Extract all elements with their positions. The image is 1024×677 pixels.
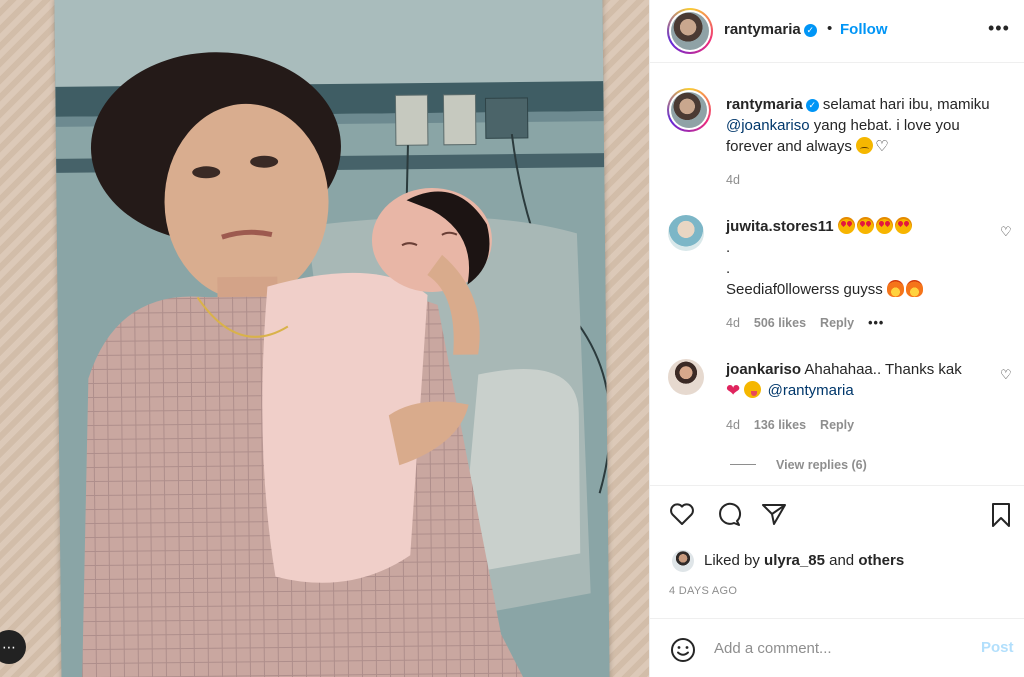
view-replies-button[interactable]: View replies (6) <box>730 458 867 472</box>
likes-and: and <box>829 552 855 569</box>
comment-2-meta: 4d 136 likes Reply <box>726 418 854 432</box>
action-bar <box>650 485 1024 545</box>
caption-text-1: selamat hari ibu, mamiku <box>822 96 990 113</box>
heart-eyes-emoji-icon <box>837 217 855 234</box>
emoji-picker-icon[interactable] <box>670 637 696 663</box>
heart-eyes-emoji-icon <box>856 217 874 234</box>
caption-age: 4d <box>726 173 740 187</box>
comment-2-username[interactable]: joankariso <box>726 361 801 378</box>
likes-others-link[interactable]: others <box>858 552 904 569</box>
comment-1-likes[interactable]: 506 likes <box>754 316 806 330</box>
comment-1-more-icon[interactable]: ••• <box>868 316 884 330</box>
likes-summary: Liked by ulyra_85 and others <box>704 552 904 569</box>
photo-print <box>54 0 610 677</box>
caption-mention[interactable]: @joankariso <box>726 117 810 134</box>
comment-1-meta: 4d 506 likes Reply ••• <box>726 316 884 330</box>
comment-1-text: Seediaf0llowerss guyss <box>726 281 883 298</box>
post-author-username[interactable]: rantymaria ✓ <box>724 21 817 38</box>
share-paper-plane-icon[interactable] <box>761 502 787 526</box>
caption-avatar[interactable] <box>667 88 711 132</box>
post-photo: ⋯ <box>0 0 649 677</box>
heart-eyes-emoji-icon <box>894 217 912 234</box>
comment-1-reply-button[interactable]: Reply <box>820 316 854 330</box>
like-comment-heart-icon[interactable]: ♡ <box>1000 367 1012 383</box>
save-bookmark-icon[interactable] <box>990 502 1012 528</box>
comment-1-dot-1: . <box>726 239 731 256</box>
caption: rantymaria ✓ selamat hari ibu, mamiku @jo… <box>726 94 996 157</box>
heart-eyes-emoji-icon <box>875 217 893 234</box>
post-timestamp: 4 DAYS AGO <box>669 585 738 597</box>
comment-1-age: 4d <box>726 316 740 330</box>
pleading-face-emoji-icon <box>856 137 874 154</box>
verified-badge-icon: ✓ <box>805 99 819 112</box>
comment-bar: Post <box>650 618 1024 677</box>
like-comment-heart-icon[interactable]: ♡ <box>1000 224 1012 240</box>
comment-2-mention[interactable]: @rantymaria <box>768 382 854 399</box>
comment-2-reply-button[interactable]: Reply <box>820 418 854 432</box>
comment-2-age: 4d <box>726 418 740 432</box>
verified-badge-icon: ✓ <box>803 24 817 37</box>
comment-2-likes[interactable]: 136 likes <box>754 418 806 432</box>
comment-bubble-icon[interactable] <box>716 502 742 528</box>
red-heart-emoji-icon: ❤ <box>726 381 741 400</box>
reply-divider-line <box>730 464 756 465</box>
mother-and-baby-image <box>54 0 610 677</box>
liker-avatar[interactable] <box>672 550 694 572</box>
comment-input[interactable] <box>714 636 964 660</box>
comment-2-text: Ahahahaa.. Thanks kak <box>804 361 962 378</box>
follow-button[interactable]: Follow <box>840 21 888 38</box>
comment-1: juwita.stores11 . . Seediaf0llowerss guy… <box>726 216 996 300</box>
commenter-avatar[interactable] <box>668 359 704 395</box>
yum-face-emoji-icon <box>744 381 762 398</box>
commenter-avatar[interactable] <box>668 215 704 251</box>
post-comment-button[interactable]: Post <box>981 639 1014 656</box>
like-heart-icon[interactable] <box>669 502 695 526</box>
comment-1-username[interactable]: juwita.stores11 <box>726 218 834 235</box>
comment-1-dot-2: . <box>726 260 731 277</box>
fire-emoji-icon <box>905 280 923 297</box>
post-detail-panel: rantymaria ✓ • Follow ••• rantymaria ✓ sel… <box>649 0 1024 677</box>
separator-dot: • <box>827 20 833 37</box>
caption-username[interactable]: rantymaria <box>726 96 803 113</box>
likes-prefix: Liked by <box>704 552 760 569</box>
fire-emoji-icon <box>886 280 904 297</box>
photo-options-icon[interactable]: ⋯ <box>0 630 26 664</box>
post-header: rantymaria ✓ • Follow ••• <box>650 0 1024 63</box>
avatar[interactable] <box>667 8 713 54</box>
more-options-icon[interactable]: ••• <box>988 18 1010 39</box>
liker-username[interactable]: ulyra_85 <box>764 552 825 569</box>
comment-2: joankariso Ahahahaa.. Thanks kak ❤ @rant… <box>726 359 996 401</box>
white-heart-emoji-icon: ♡ <box>875 138 889 155</box>
